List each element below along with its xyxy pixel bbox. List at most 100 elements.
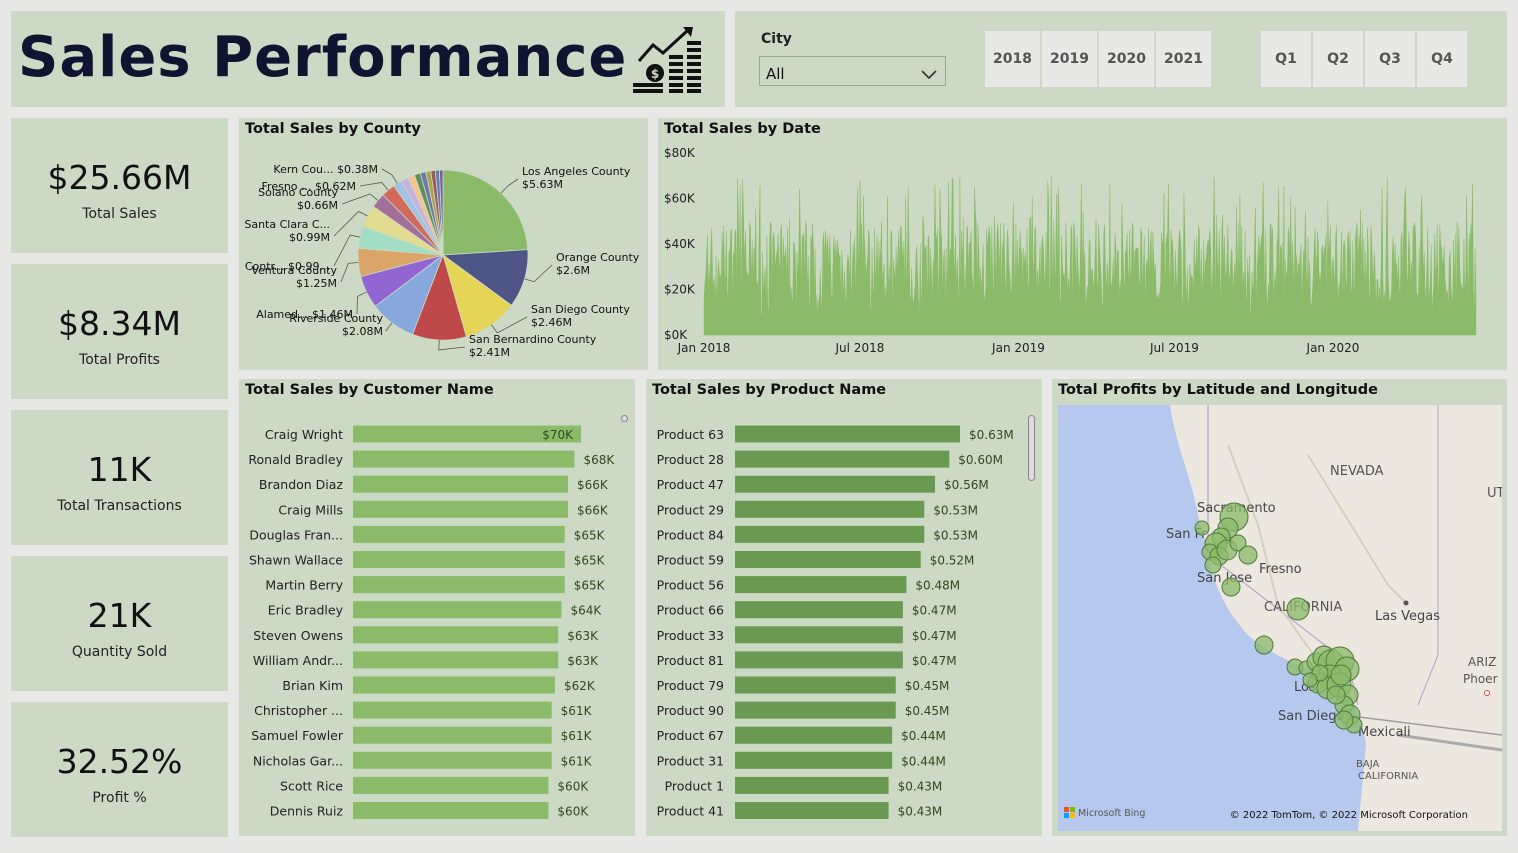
- profit-bubble[interactable]: [1334, 710, 1354, 730]
- bar[interactable]: [353, 726, 552, 744]
- bar[interactable]: [735, 525, 925, 543]
- quarter-button-q1[interactable]: Q1: [1261, 31, 1311, 87]
- bar-category-label: Product 90: [657, 703, 724, 718]
- map-place-label: Fresno: [1259, 562, 1302, 577]
- bar[interactable]: [735, 751, 893, 769]
- bar[interactable]: [353, 450, 575, 468]
- kpi-label: Total Sales: [82, 206, 157, 222]
- bar-value-label: $64K: [570, 604, 602, 618]
- profit-bubble[interactable]: [1330, 664, 1352, 686]
- x-tick-label: Jan 2020: [1306, 341, 1360, 355]
- pie-value-label: $2.46M: [531, 316, 572, 329]
- bar-category-label: Nicholas Gar...: [253, 753, 343, 768]
- bar-category-label: Martin Berry: [265, 578, 343, 593]
- bar-value-label: $65K: [574, 579, 606, 593]
- sales-area-series[interactable]: [703, 175, 1477, 336]
- city-dropdown-value: All: [766, 65, 785, 83]
- bar-value-label: $66K: [577, 478, 609, 492]
- bar[interactable]: [735, 651, 903, 669]
- year-button-2021[interactable]: 2021: [1156, 31, 1211, 87]
- bar-value-label: $63K: [567, 629, 599, 643]
- bar-value-label: $60K: [557, 779, 589, 793]
- bar-category-label: Eric Bradley: [268, 603, 344, 618]
- year-button-2020[interactable]: 2020: [1099, 31, 1154, 87]
- city-dropdown[interactable]: All: [759, 56, 946, 86]
- bar[interactable]: [735, 626, 903, 644]
- pie-label: San Diego County: [531, 303, 630, 316]
- bar[interactable]: [353, 551, 565, 568]
- customer-scrollbar[interactable]: [621, 415, 628, 827]
- bar[interactable]: [735, 500, 925, 518]
- product-bar-chart: Product 63 $0.63M Product 28 $0.60M Product …: [657, 425, 1014, 819]
- bar[interactable]: [735, 425, 960, 443]
- profit-bubble[interactable]: [1326, 685, 1346, 705]
- bar[interactable]: [353, 525, 565, 543]
- profit-map[interactable]: NEVADAUTSacramentoSan FrFresnoSan JoseCA…: [1058, 405, 1502, 831]
- customer-bar-chart: Craig Wright $70K Ronald Bradley $68K Brando…: [248, 425, 615, 819]
- bar[interactable]: [353, 676, 555, 694]
- kpi-card-profit-percent: 32.52% Profit %: [11, 702, 228, 837]
- kpi-card-total-sales: $25.66M Total Sales: [11, 118, 228, 253]
- bar[interactable]: [353, 802, 549, 819]
- bar-value-label: $0.53M: [933, 528, 978, 542]
- bar-value-label: $61K: [561, 729, 593, 743]
- map-place-label: Mexicali: [1358, 725, 1411, 740]
- bar[interactable]: [353, 776, 549, 794]
- bar-category-label: Brandon Diaz: [259, 477, 344, 492]
- bar-category-label: Product 28: [657, 452, 724, 467]
- pie-label: Santa Clara C...: [244, 218, 330, 231]
- bar-category-label: Product 66: [657, 603, 724, 618]
- map-place-label: CALIFORNIA: [1358, 771, 1418, 782]
- bar[interactable]: [353, 475, 568, 493]
- pie-value-label: $5.63M: [522, 178, 563, 191]
- pie-value-label: $2.08M: [342, 325, 383, 338]
- quarter-button-q2[interactable]: Q2: [1313, 31, 1363, 87]
- profit-bubble[interactable]: [1221, 577, 1241, 597]
- bar-value-label: $0.60M: [958, 453, 1003, 467]
- product-scrollbar[interactable]: [1028, 415, 1036, 827]
- bar[interactable]: [353, 626, 559, 644]
- bar[interactable]: [735, 676, 896, 694]
- bar[interactable]: [735, 726, 893, 744]
- scrollbar-thumb[interactable]: [621, 415, 628, 422]
- bar[interactable]: [353, 651, 559, 669]
- bar-category-label: Steven Owens: [253, 628, 343, 643]
- x-tick-label: Jan 2019: [991, 341, 1045, 355]
- bar[interactable]: [735, 802, 889, 819]
- quarter-button-q4[interactable]: Q4: [1417, 31, 1467, 87]
- pie-value-label: $0.66M: [297, 199, 338, 212]
- bar-value-label: $0.47M: [912, 654, 957, 668]
- profit-bubble[interactable]: [1302, 672, 1318, 688]
- bar[interactable]: [735, 601, 903, 619]
- bar[interactable]: [353, 500, 568, 518]
- map-credit-right: © 2022 TomTom, © 2022 Microsoft Corporat…: [1230, 810, 1468, 821]
- bar[interactable]: [735, 475, 935, 493]
- bar[interactable]: [353, 751, 552, 769]
- quarter-button-q3[interactable]: Q3: [1365, 31, 1415, 87]
- bar-value-label: $0.63M: [969, 428, 1014, 442]
- bar[interactable]: [353, 576, 565, 594]
- y-tick-label: $80K: [664, 146, 696, 160]
- bar[interactable]: [735, 450, 950, 468]
- map-place-label: UT: [1487, 486, 1502, 501]
- bar[interactable]: [353, 601, 562, 619]
- bar-category-label: Product 56: [657, 578, 724, 593]
- bar[interactable]: [735, 551, 921, 568]
- year-button-2019[interactable]: 2019: [1042, 31, 1097, 87]
- bar[interactable]: [735, 776, 889, 794]
- bar[interactable]: [735, 576, 907, 594]
- kpi-card-total-profits: $8.34M Total Profits: [11, 264, 228, 399]
- bar[interactable]: [735, 701, 896, 719]
- profit-bubble[interactable]: [1286, 597, 1310, 621]
- profit-bubble[interactable]: [1238, 545, 1258, 565]
- year-button-2018[interactable]: 2018: [985, 31, 1040, 87]
- kpi-value: 21K: [87, 596, 152, 635]
- bar-value-label: $70K: [542, 428, 574, 442]
- map-title: Total Profits by Latitude and Longitude: [1058, 382, 1378, 398]
- profit-bubble[interactable]: [1254, 635, 1274, 655]
- pie-slice[interactable]: [442, 169, 529, 256]
- profit-bubble[interactable]: [1204, 556, 1222, 574]
- profit-bubble[interactable]: [1194, 520, 1210, 536]
- scrollbar-thumb[interactable]: [1028, 415, 1035, 481]
- bar[interactable]: [353, 701, 552, 719]
